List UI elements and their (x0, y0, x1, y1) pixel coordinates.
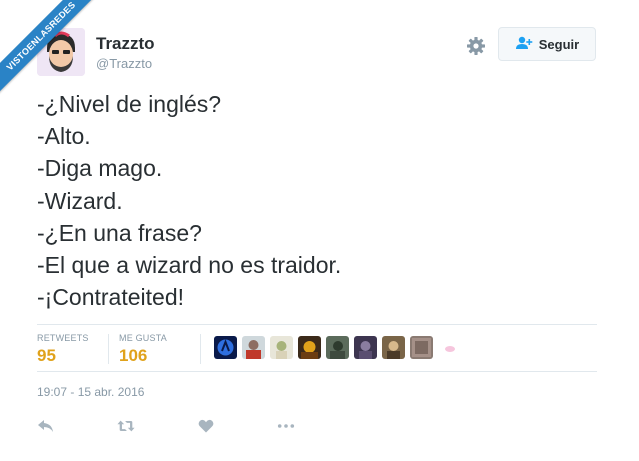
reply-icon[interactable] (37, 418, 55, 434)
likes-stat[interactable]: ME GUSTA 106 (119, 333, 167, 366)
tweet-text: -¿Nivel de inglés? -Alto. -Diga mago. -W… (37, 88, 597, 313)
liker-avatar[interactable] (438, 336, 461, 359)
liker-avatar[interactable] (270, 336, 293, 359)
person-plus-icon (515, 36, 533, 53)
timestamp[interactable]: 19:07 - 15 abr. 2016 (37, 385, 144, 399)
retweets-label: RETWEETS (37, 333, 89, 343)
divider (37, 324, 597, 325)
tweet-line: -Alto. (37, 123, 91, 150)
liker-avatar[interactable] (410, 336, 433, 359)
tweet-line: -El que a wizard no es traidor. (37, 252, 342, 279)
divider (200, 334, 201, 364)
divider (37, 371, 597, 372)
tweet-line: -¿Nivel de inglés? (37, 91, 222, 117)
liker-avatar[interactable] (298, 336, 321, 359)
tweet-actions (37, 418, 357, 434)
tweet-line: -Diga mago. (37, 155, 163, 182)
retweets-count: 95 (37, 346, 56, 365)
retweets-stat[interactable]: RETWEETS 95 (37, 333, 89, 366)
tweet-card: VISTOENLASREDES Trazzto @Trazzto Seguir … (0, 0, 639, 461)
tweet-line: -¿En una frase? (37, 219, 202, 246)
liker-avatars (214, 336, 461, 359)
liker-avatar[interactable] (382, 336, 405, 359)
retweet-icon[interactable] (117, 418, 135, 434)
liker-avatar[interactable] (326, 336, 349, 359)
more-dots-icon[interactable] (277, 418, 295, 434)
follow-button[interactable]: Seguir (498, 27, 596, 61)
liker-avatar[interactable] (242, 336, 265, 359)
divider (108, 334, 109, 364)
tweet-line: -Wizard. (37, 187, 123, 214)
liker-avatar[interactable] (214, 336, 237, 359)
watermark-text: VISTOENLASREDES (0, 0, 109, 104)
liker-avatar[interactable] (354, 336, 377, 359)
tweet-line: -¡Contrateited! (37, 284, 185, 311)
likes-count: 106 (119, 346, 148, 365)
heart-icon[interactable] (197, 418, 215, 434)
likes-label: ME GUSTA (119, 333, 167, 343)
watermark-corner: VISTOENLASREDES (0, 0, 110, 110)
gear-icon[interactable] (466, 36, 486, 56)
follow-button-label: Seguir (538, 36, 580, 52)
